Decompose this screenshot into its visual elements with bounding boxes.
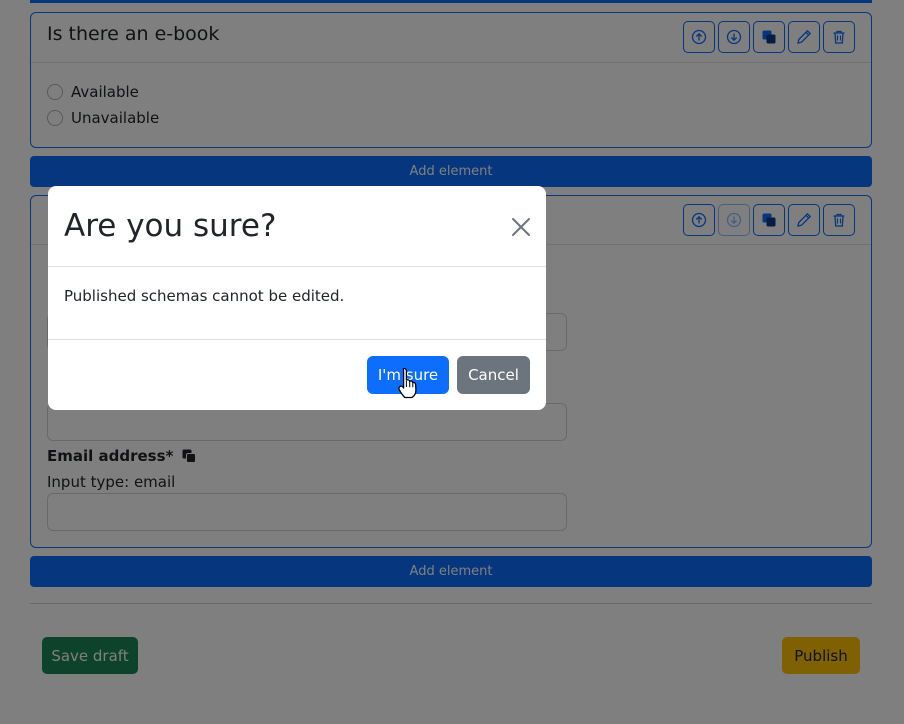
hand-cursor-icon	[398, 367, 417, 399]
cancel-button[interactable]: Cancel	[457, 356, 530, 394]
dialog-message: Published schemas cannot be edited.	[64, 287, 345, 305]
dialog-header-divider	[48, 266, 546, 267]
close-icon[interactable]	[510, 216, 532, 238]
confirm-dialog: Are you sure? Published schemas cannot b…	[48, 186, 546, 410]
dialog-footer-divider	[48, 339, 546, 340]
dialog-title: Are you sure?	[64, 208, 277, 244]
